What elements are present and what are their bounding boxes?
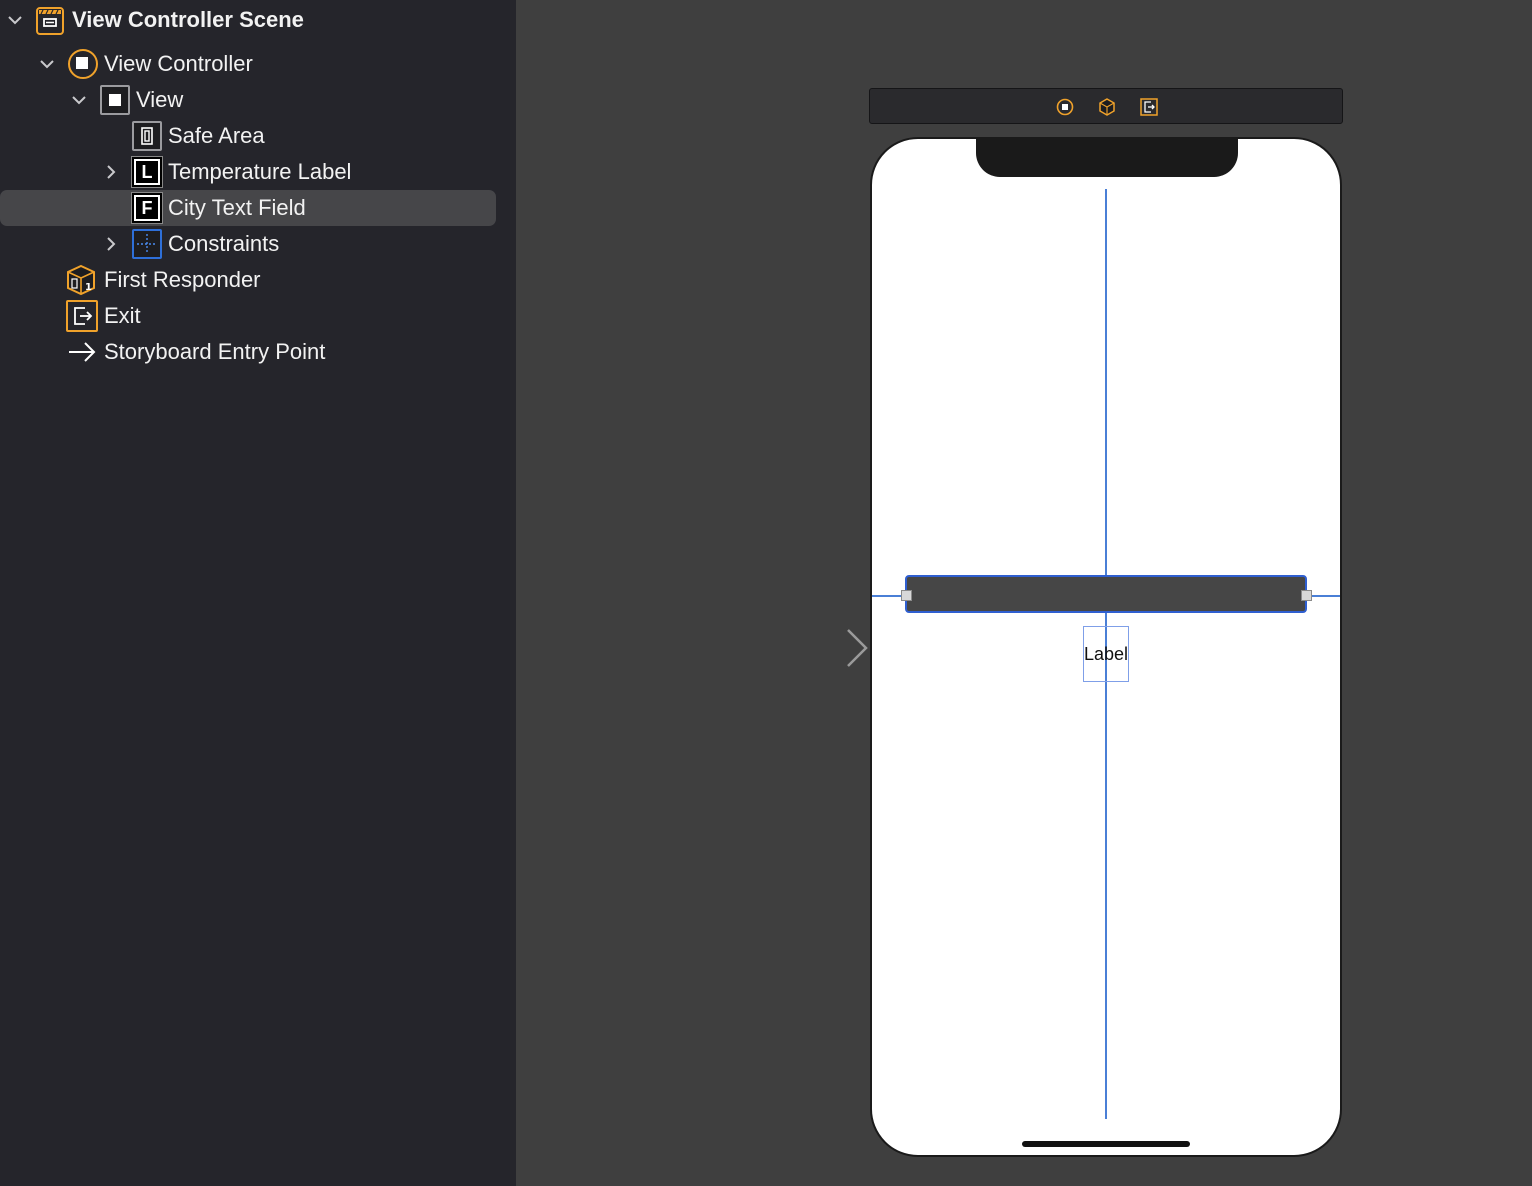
- label-icon: L: [131, 156, 163, 188]
- first-responder-icon: 1: [66, 264, 96, 296]
- outline-item-first-responder[interactable]: 1 First Responder: [0, 262, 496, 298]
- storyboard-entry-arrow[interactable]: [754, 628, 870, 673]
- outline-item-label: View: [136, 87, 184, 112]
- outline-item-constraints[interactable]: Constraints: [0, 226, 496, 262]
- resize-handle-right[interactable]: [1301, 590, 1312, 601]
- safe-area-icon: [132, 121, 162, 151]
- resize-handle-left[interactable]: [901, 590, 912, 601]
- city-text-field[interactable]: [905, 575, 1307, 613]
- chevron-down-icon[interactable]: [36, 46, 56, 82]
- first-responder-icon[interactable]: [1098, 98, 1116, 116]
- view-controller-device-frame[interactable]: Label: [870, 137, 1342, 1157]
- outline-item-label: First Responder: [104, 267, 261, 292]
- outline-item-label: City Text Field: [168, 195, 306, 220]
- label-icon-letter: L: [136, 161, 158, 183]
- chevron-down-icon[interactable]: [68, 82, 88, 118]
- outline-item-storyboard-entry-point[interactable]: Storyboard Entry Point: [0, 334, 496, 370]
- outline-item-view[interactable]: View: [0, 82, 496, 118]
- outline-item-label: Constraints: [168, 231, 280, 256]
- chevron-down-icon[interactable]: [4, 2, 24, 38]
- storyboard-canvas[interactable]: Label: [516, 0, 1532, 1186]
- outline-item-label: Exit: [104, 303, 141, 328]
- view-controller-icon: [68, 49, 98, 79]
- outline-item-label: Safe Area: [168, 123, 265, 148]
- constraints-icon: [132, 229, 162, 259]
- arrow-right-icon: [66, 337, 98, 367]
- text-field-icon: F: [131, 192, 163, 224]
- document-outline: View Controller Scene View Controller Vi…: [0, 0, 516, 1186]
- outline-item-view-controller-scene[interactable]: View Controller Scene: [0, 2, 496, 38]
- view-icon: [100, 85, 130, 115]
- outline-item-label: View Controller: [104, 51, 253, 76]
- home-indicator: [1022, 1141, 1190, 1147]
- outline-item-city-text-field[interactable]: F City Text Field: [0, 190, 496, 226]
- outline-item-view-controller[interactable]: View Controller: [0, 46, 496, 82]
- scene-dock: [869, 88, 1343, 124]
- outline-item-temperature-label[interactable]: L Temperature Label: [0, 154, 496, 190]
- view-controller-icon[interactable]: [1056, 98, 1074, 116]
- outline-item-exit[interactable]: Exit: [0, 298, 496, 334]
- outline-item-safe-area[interactable]: Safe Area: [0, 118, 496, 154]
- exit-icon[interactable]: [1140, 98, 1158, 116]
- outline-item-label: Temperature Label: [168, 159, 352, 184]
- outline-item-label: View Controller Scene: [72, 7, 304, 32]
- svg-text:1: 1: [85, 282, 92, 293]
- temperature-label[interactable]: Label: [1083, 626, 1129, 682]
- outline-item-label: Storyboard Entry Point: [104, 339, 326, 364]
- exit-icon: [66, 300, 98, 332]
- text-field-icon-letter: F: [136, 197, 158, 219]
- device-notch: [976, 139, 1238, 177]
- trailing-constraint-line[interactable]: [1307, 595, 1340, 597]
- chevron-right-icon[interactable]: [100, 226, 120, 262]
- temperature-label-text: Label: [1084, 644, 1129, 664]
- chevron-right-icon[interactable]: [100, 154, 120, 190]
- scene-icon: [36, 7, 64, 35]
